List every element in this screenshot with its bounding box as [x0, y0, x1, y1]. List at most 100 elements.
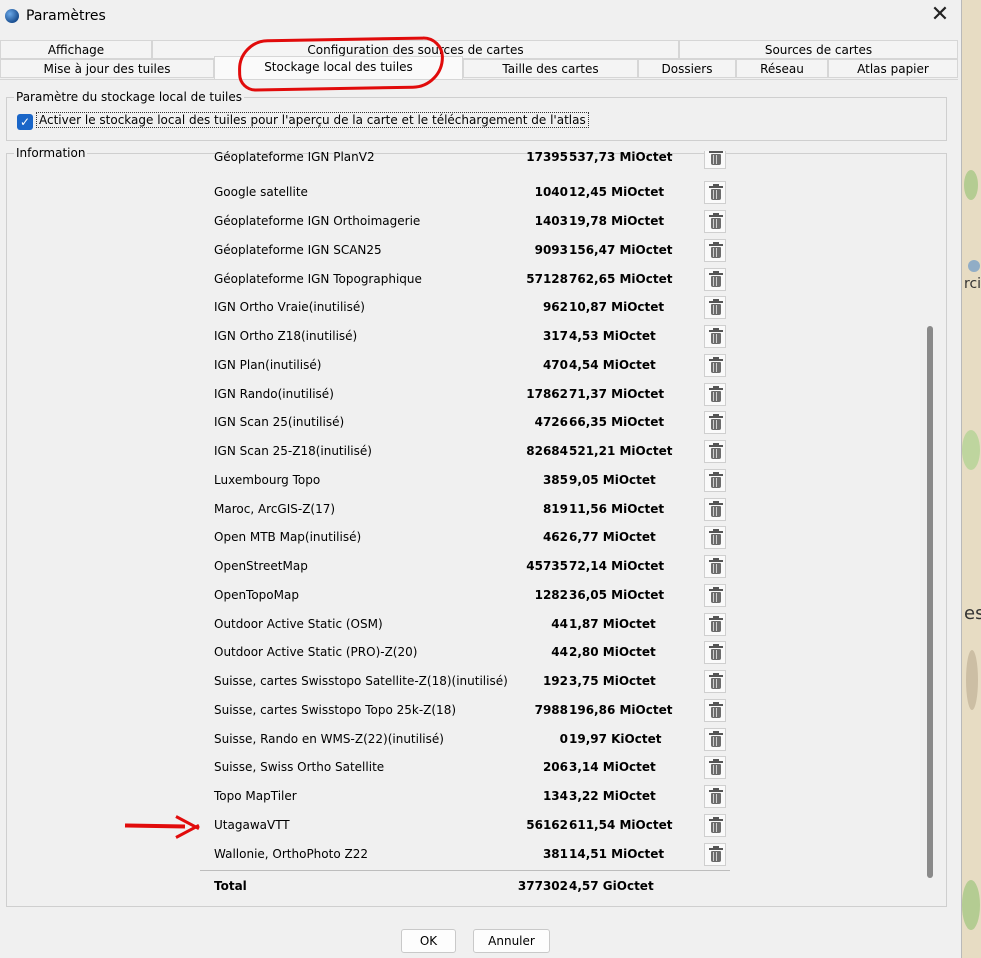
table-row: Topo MapTiler 134 3,22 MiOctet: [200, 783, 730, 812]
tab-mise-a-jour[interactable]: Mise à jour des tuiles: [0, 59, 214, 78]
delete-trash-button[interactable]: [704, 756, 726, 779]
tile-count: 4726: [534, 415, 568, 429]
tile-count: 0: [559, 732, 568, 746]
storage-size: 12,45 MiOctet: [569, 185, 665, 199]
tab-sources-cartes[interactable]: Sources de cartes: [679, 40, 958, 59]
source-name: IGN Ortho Vraie(inutilisé): [214, 300, 365, 314]
delete-trash-button[interactable]: [704, 843, 726, 866]
delete-trash-button[interactable]: [704, 210, 726, 233]
ok-button[interactable]: OK: [401, 929, 456, 953]
annotation-ellipse: [237, 36, 445, 92]
table-row: Outdoor Active Static (PRO)-Z(20) 44 2,8…: [200, 639, 730, 668]
tile-count: 134: [542, 789, 568, 803]
delete-trash-button[interactable]: [704, 296, 726, 319]
tab-taille-cartes[interactable]: Taille des cartes: [463, 59, 638, 78]
delete-trash-button[interactable]: [704, 728, 726, 751]
delete-trash-button[interactable]: [704, 814, 726, 837]
delete-trash-button[interactable]: [704, 383, 726, 406]
tile-count: 192: [542, 674, 568, 688]
source-name: Géoplateforme IGN Orthoimagerie: [214, 214, 421, 228]
table-row: OpenStreetMap 45735 72,14 MiOctet: [200, 553, 730, 582]
delete-trash-button[interactable]: [704, 785, 726, 808]
enable-storage-label[interactable]: Activer le stockage local des tuiles pou…: [36, 112, 589, 128]
source-name: UtagawaVTT: [214, 818, 290, 832]
source-name: IGN Plan(inutilisé): [214, 358, 322, 372]
tab-affichage[interactable]: Affichage: [0, 40, 152, 59]
source-name: Luxembourg Topo: [214, 473, 321, 487]
app-globe-icon: [5, 9, 19, 23]
source-name: Suisse, cartes Swisstopo Satellite-Z(18)…: [214, 674, 508, 688]
source-name: IGN Rando(inutilisé): [214, 387, 334, 401]
tile-count: 44: [551, 645, 568, 659]
delete-trash-button[interactable]: [704, 498, 726, 521]
storage-size: 72,14 MiOctet: [569, 559, 665, 573]
source-name: Open MTB Map(inutilisé): [214, 530, 362, 544]
delete-trash-button[interactable]: [704, 613, 726, 636]
table-row: Suisse, Swiss Ortho Satellite 206 3,14 M…: [200, 754, 730, 783]
title-bar: Paramètres ✕: [0, 0, 961, 34]
source-name: Géoplateforme IGN SCAN25: [214, 243, 382, 257]
delete-trash-button[interactable]: [704, 239, 726, 262]
tile-count: 9093: [534, 243, 568, 257]
tile-count: 962: [542, 300, 568, 314]
delete-trash-button[interactable]: [704, 325, 726, 348]
tab-dossiers[interactable]: Dossiers: [638, 59, 736, 78]
delete-trash-button[interactable]: [704, 555, 726, 578]
delete-trash-button[interactable]: [704, 584, 726, 607]
delete-trash-button[interactable]: [704, 641, 726, 664]
storage-size: 2,80 MiOctet: [569, 645, 656, 659]
storage-size: 9,05 MiOctet: [569, 473, 656, 487]
enable-storage-checkbox[interactable]: ✓: [17, 114, 33, 130]
tab-divider: [0, 79, 958, 80]
source-name: IGN Scan 25(inutilisé): [214, 415, 345, 429]
tile-count: 82684: [526, 444, 568, 458]
storage-size: 3,75 MiOctet: [569, 674, 656, 688]
tile-count: 7988: [534, 703, 568, 717]
tile-count: 44: [551, 617, 568, 631]
storage-size: 19,97 KiOctet: [569, 732, 662, 746]
storage-size: 4,54 MiOctet: [569, 358, 656, 372]
delete-trash-button[interactable]: [704, 411, 726, 434]
source-name: IGN Scan 25-Z18(inutilisé): [214, 444, 372, 458]
source-name: Géoplateforme IGN Topographique: [214, 272, 422, 286]
delete-trash-button[interactable]: [704, 268, 726, 291]
storage-size: 71,37 MiOctet: [569, 387, 665, 401]
table-row: Géoplateforme IGN SCAN25 9093 156,47 MiO…: [200, 237, 730, 266]
storage-group-title: Paramètre du stockage local de tuiles: [14, 90, 245, 104]
delete-trash-button[interactable]: [704, 526, 726, 549]
storage-size: 521,21 MiOctet: [569, 444, 673, 458]
scrollbar-thumb[interactable]: [927, 326, 933, 878]
cancel-button[interactable]: Annuler: [473, 929, 550, 953]
delete-trash-button[interactable]: [704, 151, 726, 169]
tab-atlas-papier[interactable]: Atlas papier: [828, 59, 958, 78]
table-row: Suisse, Rando en WMS-Z(22)(inutilisé) 0 …: [200, 726, 730, 755]
source-name: OpenTopoMap: [214, 588, 299, 602]
close-button[interactable]: ✕: [925, 2, 955, 30]
delete-trash-button[interactable]: [704, 354, 726, 377]
delete-trash-button[interactable]: [704, 181, 726, 204]
storage-size: 66,35 MiOctet: [569, 415, 665, 429]
delete-trash-button[interactable]: [704, 670, 726, 693]
table-row: UtagawaVTT 56162 611,54 MiOctet: [200, 812, 730, 841]
tile-count: 819: [542, 502, 568, 516]
storage-size: 6,77 MiOctet: [569, 530, 656, 544]
tile-count: 385: [542, 473, 568, 487]
table-row: Open MTB Map(inutilisé) 462 6,77 MiOctet: [200, 524, 730, 553]
source-name: Wallonie, OrthoPhoto Z22: [214, 847, 368, 861]
table-row: Outdoor Active Static (OSM) 44 1,87 MiOc…: [200, 611, 730, 640]
vertical-scrollbar[interactable]: [924, 158, 936, 892]
table-row: IGN Ortho Z18(inutilisé) 317 4,53 MiOcte…: [200, 323, 730, 352]
table-row: IGN Plan(inutilisé) 470 4,54 MiOctet: [200, 352, 730, 381]
tab-reseau[interactable]: Réseau: [736, 59, 828, 78]
delete-trash-button[interactable]: [704, 469, 726, 492]
source-name: Topo MapTiler: [214, 789, 297, 803]
delete-trash-button[interactable]: [704, 440, 726, 463]
table-row: IGN Rando(inutilisé) 17862 71,37 MiOctet: [200, 381, 730, 410]
table-row: IGN Scan 25(inutilisé) 4726 66,35 MiOcte…: [200, 409, 730, 438]
source-name: OpenStreetMap: [214, 559, 308, 573]
source-name: Outdoor Active Static (PRO)-Z(20): [214, 645, 418, 659]
storage-size: 611,54 MiOctet: [569, 818, 673, 832]
delete-trash-button[interactable]: [704, 699, 726, 722]
source-name: Géoplateforme IGN PlanV2: [214, 151, 375, 164]
tile-count: 17862: [526, 387, 568, 401]
